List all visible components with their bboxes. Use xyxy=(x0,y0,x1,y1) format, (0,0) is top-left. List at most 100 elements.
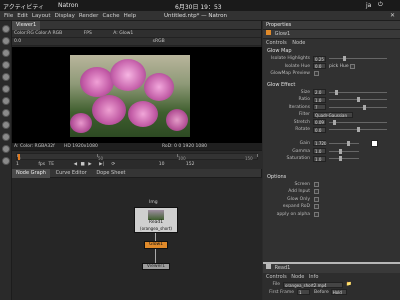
isolate-hue-label: Isolate Hue xyxy=(284,63,310,69)
channel-tool-icon[interactable] xyxy=(2,61,10,69)
keyer-tool-icon[interactable] xyxy=(2,97,10,105)
timeline-ruler[interactable]: 0 50 100 150 xyxy=(16,153,258,161)
views-tool-icon[interactable] xyxy=(2,133,10,141)
menu-layout[interactable]: Layout xyxy=(32,11,51,21)
glow1-node-name[interactable]: Glow1 xyxy=(275,31,291,37)
menu-render[interactable]: Render xyxy=(79,11,99,21)
read1-node-name[interactable]: Read1 xyxy=(275,265,291,271)
playhead[interactable] xyxy=(18,154,20,160)
first-frame-field[interactable]: 1 xyxy=(297,289,310,296)
image-tool-icon[interactable] xyxy=(2,25,10,33)
tab-node[interactable]: Node xyxy=(292,40,305,46)
viewer-canvas[interactable] xyxy=(12,47,262,143)
add-input-checkbox[interactable] xyxy=(314,189,319,195)
pick-hue-checkbox[interactable] xyxy=(349,63,355,69)
tab-dope-sheet[interactable]: Dope Sheet xyxy=(92,169,129,178)
row-isolate-highlights: Isolate Highlights 0.25 xyxy=(263,55,400,63)
language-indicator[interactable]: ja xyxy=(366,2,371,9)
iterations-field[interactable]: 7 xyxy=(313,104,326,111)
tab-controls[interactable]: Controls xyxy=(266,40,287,46)
viewer-toolbar-1: Color:RG Color.A RGB FPS A: Glow1 xyxy=(12,30,261,38)
isolate-highlights-field[interactable]: 0.25 xyxy=(313,55,326,62)
before-select[interactable]: Hold xyxy=(330,289,347,296)
rotate-slider[interactable] xyxy=(329,127,387,133)
gamma-slider[interactable] xyxy=(329,148,359,154)
menu-display[interactable]: Display xyxy=(55,11,75,21)
menu-cache[interactable]: Cache xyxy=(102,11,119,21)
stop-icon[interactable]: ■ xyxy=(80,162,84,167)
viewer-input-a[interactable]: A: Glow1 xyxy=(113,31,133,36)
saturation-slider[interactable] xyxy=(329,156,359,162)
isolate-hue-field[interactable]: 0.0 xyxy=(313,63,326,70)
size-field[interactable]: 2.0 xyxy=(313,89,326,96)
folder-icon[interactable]: 📁 xyxy=(346,282,352,287)
transform-tool-icon[interactable] xyxy=(2,121,10,129)
gmic-tool-icon[interactable] xyxy=(2,157,10,165)
other-tool-icon[interactable] xyxy=(2,145,10,153)
gain-slider[interactable] xyxy=(329,140,359,146)
fps-label: FPS xyxy=(83,31,92,36)
close-window-icon[interactable]: ✕ xyxy=(390,11,395,21)
read1-color-swatch[interactable] xyxy=(266,264,271,269)
menu-file[interactable]: File xyxy=(4,11,13,21)
stretch-field[interactable]: 0.09 xyxy=(313,119,326,126)
tab-node-graph[interactable]: Node Graph xyxy=(12,169,50,178)
isolate-highlights-slider[interactable] xyxy=(329,56,387,62)
current-frame-field[interactable]: 1 xyxy=(16,162,19,167)
screen-checkbox[interactable] xyxy=(314,181,319,187)
properties-header: Properties xyxy=(263,21,400,30)
channel-select[interactable]: Color:RG Color.A RGB xyxy=(14,31,62,36)
activities-button[interactable]: アクティビティ xyxy=(3,2,44,11)
read1-tab-info[interactable]: Info xyxy=(309,274,318,280)
read1-node[interactable]: Read1 (orangea_short) xyxy=(134,207,178,233)
colorspace-select[interactable]: sRGB xyxy=(153,39,165,44)
viewer1-node[interactable]: Viewer1 xyxy=(142,263,170,270)
end-frame-field[interactable]: 152 xyxy=(186,162,195,167)
gain-field[interactable]: 1.720 xyxy=(313,140,326,146)
nodegraph-canvas[interactable]: Img Read1 (orangea_short) Glow1 Viewer1 xyxy=(12,178,262,300)
menu-help[interactable]: Help xyxy=(124,11,137,21)
tab-curve-editor[interactable]: Curve Editor xyxy=(52,169,91,178)
rotate-field[interactable]: 0.0 xyxy=(313,126,326,133)
loop-icon[interactable]: ⟳ xyxy=(112,162,116,167)
play-backward-icon[interactable]: ◀ xyxy=(74,162,77,167)
ratio-slider[interactable] xyxy=(329,97,387,103)
read1-tab-node[interactable]: Node xyxy=(291,274,304,280)
section-options: Options xyxy=(267,173,287,180)
filter-select[interactable]: Quadr-Gaussian xyxy=(313,111,353,118)
saturation-field[interactable]: 1.0 xyxy=(313,155,326,162)
apply-alpha-checkbox[interactable] xyxy=(314,211,319,217)
merge-tool-icon[interactable] xyxy=(2,109,10,117)
time-tool-icon[interactable] xyxy=(2,49,10,57)
ratio-field[interactable]: 1.0 xyxy=(313,96,326,103)
gain-color-swatch[interactable] xyxy=(371,139,378,147)
node-color-swatch[interactable] xyxy=(266,30,271,35)
glowmap-preview-checkbox[interactable] xyxy=(314,71,319,77)
frame-increment-field[interactable]: 10 xyxy=(159,162,165,167)
tab-viewer1[interactable]: Viewer1 xyxy=(12,21,41,30)
expand-rod-checkbox[interactable] xyxy=(314,204,319,210)
play-forward-icon[interactable]: ▶ xyxy=(88,162,91,167)
file-field[interactable]: orangea_short2.mp4 xyxy=(283,281,343,288)
color-tool-icon[interactable] xyxy=(2,73,10,81)
row-iterations: Iterations 7 xyxy=(263,104,400,112)
viewer-image xyxy=(70,55,190,137)
next-frame-icon[interactable]: ▶| xyxy=(99,162,104,167)
size-slider[interactable] xyxy=(329,89,387,95)
paint-tool-icon[interactable] xyxy=(2,37,10,45)
iterations-slider[interactable] xyxy=(329,104,387,110)
playback-controls: 1 fps TE ◀ ■ ▶ ▶| ⟳ 10 152 xyxy=(16,161,258,169)
glow1-node[interactable]: Glow1 xyxy=(144,241,168,249)
stretch-slider[interactable] xyxy=(329,119,387,125)
gain-value[interactable]: 0.0 xyxy=(14,39,21,44)
gamma-field[interactable]: 1.0 xyxy=(313,148,326,155)
ratio-label: Ratio xyxy=(298,97,310,103)
glow-only-checkbox[interactable] xyxy=(314,196,319,202)
fps-field[interactable]: TE xyxy=(49,162,55,167)
read1-tab-controls[interactable]: Controls xyxy=(266,274,287,280)
clock[interactable]: 6月30日 19：53 xyxy=(175,2,222,11)
power-icon[interactable]: ⏻ xyxy=(378,1,383,9)
filter-tool-icon[interactable] xyxy=(2,85,10,93)
menu-edit[interactable]: Edit xyxy=(17,11,28,21)
app-menu-natron[interactable]: Natron xyxy=(58,2,78,9)
